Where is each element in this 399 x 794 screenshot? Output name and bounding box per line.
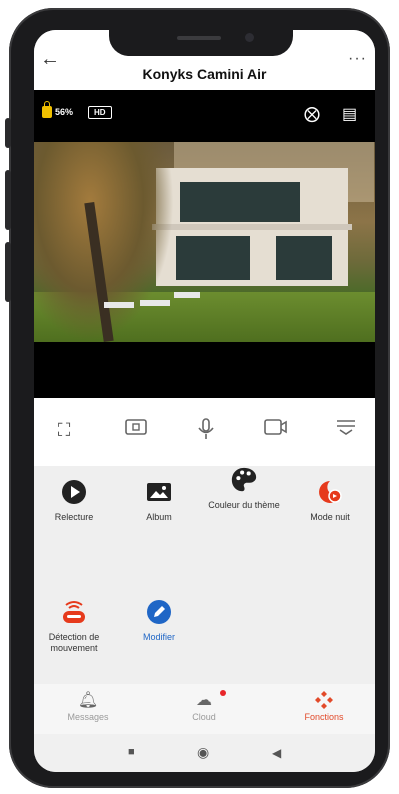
- motion-sensor-icon: [60, 598, 88, 626]
- feature-label: Modifier: [142, 632, 175, 642]
- feature-label: Mode nuit: [310, 512, 350, 522]
- feature-motion-detection[interactable]: Détection de mouvement: [34, 598, 114, 654]
- lounger: [140, 300, 170, 306]
- lounger: [104, 302, 134, 308]
- video-letterbox: [34, 342, 375, 398]
- snapshot-icon[interactable]: [122, 418, 150, 442]
- notification-dot: [220, 690, 226, 696]
- recent-apps-icon[interactable]: ■: [128, 746, 135, 758]
- feature-label: Album: [146, 512, 172, 522]
- feature-label: Détection de mouvement: [48, 632, 100, 653]
- feature-playback[interactable]: Relecture: [34, 478, 114, 523]
- tab-functions[interactable]: Fonctions: [284, 690, 364, 722]
- live-video-feed[interactable]: [34, 142, 375, 342]
- front-camera: [245, 33, 254, 42]
- microphone-icon[interactable]: [192, 418, 220, 442]
- tab-label: Cloud: [192, 712, 216, 722]
- battery-indicator: 56%: [42, 101, 74, 118]
- volume-down-button: [5, 242, 11, 302]
- tab-label: Fonctions: [304, 712, 344, 722]
- feature-edit[interactable]: Modifier: [119, 598, 199, 643]
- camera-status-bar: 56% HD ⨂ ▤: [34, 90, 375, 142]
- camera-toolbar: ⛶: [34, 398, 375, 466]
- fullscreen-icon[interactable]: ⛶: [50, 418, 78, 442]
- lounger: [174, 292, 200, 298]
- back-nav-icon[interactable]: ◀: [272, 746, 281, 760]
- feature-album[interactable]: Album: [119, 478, 199, 523]
- bottom-tab-bar: 🔔︎ Messages ☁ Cloud Fonctions: [34, 684, 375, 734]
- house-image: [152, 168, 352, 286]
- speaker: [177, 36, 221, 40]
- edit-icon: [145, 598, 173, 626]
- menu-icon[interactable]: [332, 418, 360, 442]
- house-ledge: [152, 224, 352, 230]
- battery-icon: [42, 101, 52, 118]
- page-title: Konyks Camini Air: [142, 66, 267, 82]
- feature-label: Relecture: [54, 512, 94, 522]
- features-grid: Relecture Album Couleur du thème Mode nu…: [34, 466, 375, 684]
- play-icon: [60, 478, 88, 506]
- battery-level: 56%: [55, 107, 74, 117]
- volume-up-button: [5, 170, 11, 230]
- palette-icon: [230, 466, 258, 494]
- storage-icon[interactable]: ▤: [342, 104, 357, 124]
- mute-icon[interactable]: ⨂: [304, 104, 320, 124]
- lower-windows-left: [176, 236, 250, 280]
- feature-label: Couleur du thème: [208, 500, 280, 510]
- functions-icon: [284, 690, 364, 710]
- side-button: [5, 118, 11, 148]
- bell-icon: 🔔︎: [77, 692, 99, 709]
- upper-windows: [180, 182, 300, 222]
- notch: [109, 22, 293, 56]
- record-icon[interactable]: [262, 418, 290, 442]
- phone-screen: ← Konyks Camini Air ··· 56% HD ⨂ ▤ ⛶ Rel…: [34, 30, 375, 772]
- night-mode-icon: [316, 478, 344, 506]
- tab-label: Messages: [67, 712, 109, 722]
- feature-theme-color[interactable]: Couleur du thème: [204, 466, 284, 511]
- tab-cloud[interactable]: ☁ Cloud: [164, 690, 244, 722]
- home-icon[interactable]: ◉: [197, 744, 209, 761]
- ellipsis-icon[interactable]: ···: [348, 50, 367, 68]
- quality-toggle[interactable]: HD: [88, 106, 112, 119]
- lower-windows-right: [276, 236, 332, 280]
- system-nav-bar: ■ ◉ ◀: [34, 734, 375, 772]
- feature-night-mode[interactable]: Mode nuit: [290, 478, 370, 523]
- tab-messages[interactable]: 🔔︎ Messages: [48, 690, 128, 722]
- cloud-icon: ☁: [196, 692, 212, 709]
- image-icon: [145, 478, 173, 506]
